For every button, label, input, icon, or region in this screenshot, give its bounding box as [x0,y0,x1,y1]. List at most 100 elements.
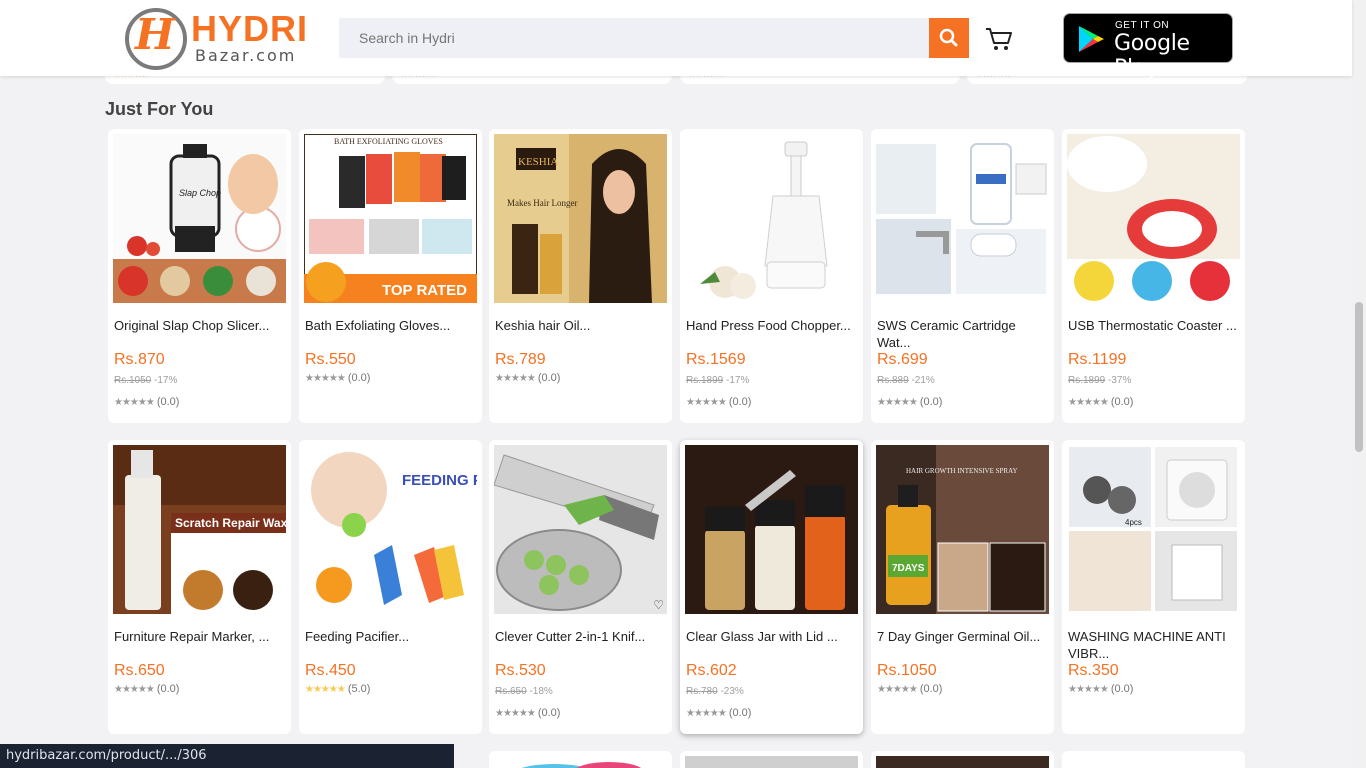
product-rating: ★★★★★ (0.0) [877,396,942,408]
google-play-small-text: GET IT ON [1115,20,1170,31]
product-price: Rs.350 [1068,662,1119,679]
product-image-text: TOP RATED [382,282,467,299]
product-card[interactable]: HAIR GROWTH INTENSIVE SPRAY 7DAYS 7 Day … [871,440,1054,734]
product-image-text: Slap Chop [179,188,221,198]
rating-value: (0.0) [156,683,180,695]
rating-stars: ★★★★★ [1068,397,1109,408]
product-card[interactable]: BATH EXFOLIATING GLOVES TOP RATED Bath E… [299,129,482,423]
old-price: Rs.1899 [686,375,724,386]
product-rating: ★★★★★ (0.0) [1068,396,1133,408]
product-price: Rs.789 [495,351,546,368]
product-name[interactable]: Hand Press Food Chopper... [686,317,858,334]
cart-button[interactable] [984,24,1014,52]
product-rating: ★★★★★ (0.0) [114,683,179,695]
product-card-partial[interactable] [871,751,1054,768]
product-name[interactable]: SWS Ceramic Cartridge Wat... [877,317,1049,351]
product-image [685,756,858,768]
discount-percent: -23% [720,686,744,697]
rating-stars: ★★★★★ [305,684,346,695]
google-play-badge[interactable]: GET IT ON Google Play [1063,13,1233,81]
product-name[interactable]: Clever Cutter 2-in-1 Knif... [495,628,667,645]
product-image: BATH EXFOLIATING GLOVES TOP RATED [304,134,477,303]
discount-percent: -17% [154,375,178,386]
product-name[interactable]: Clear Glass Jar with Lid ... [686,628,858,645]
product-name[interactable]: Furniture Repair Marker, ... [114,628,286,645]
product-card-partial[interactable] [680,751,863,768]
product-image [876,756,1049,768]
product-card[interactable]: Slap Chop Original Slap Chop Slicer... R… [108,129,291,423]
product-price: Rs.1050 [877,662,937,679]
product-discount: Rs.1899 -17% [686,375,749,386]
product-image [685,445,858,614]
product-image: FEEDING PACIFIER [304,445,477,614]
logo[interactable]: H HYDRI Bazar.com [125,6,309,70]
product-image: 4pcs [1067,445,1240,614]
heart-icon[interactable]: ♡ [653,598,664,612]
product-image-text: FEEDING PACIFIER [402,472,477,489]
rating-value: (0.0) [537,372,561,384]
product-image [494,445,667,614]
product-card[interactable]: FEEDING PACIFIER Feeding Pacifier... Rs.… [299,440,482,734]
product-image [1067,134,1240,303]
product-name[interactable]: USB Thermostatic Coaster ... [1068,317,1240,334]
rating-value: (0.0) [1110,396,1134,408]
product-image: Slap Chop [113,134,286,303]
product-card[interactable]: 4pcs WASHING MACHINE ANTI VIBR... Rs.350… [1062,440,1245,734]
product-price: Rs.650 [114,662,165,679]
product-name[interactable]: Bath Exfoliating Gloves... [305,317,477,334]
product-card[interactable]: Clear Glass Jar with Lid ... Rs.602 Rs.7… [680,440,863,734]
product-price: Rs.602 [686,662,737,679]
rating-stars: ★★★★★ [495,373,536,384]
product-price: Rs.1569 [686,351,746,368]
search-button[interactable] [929,18,969,58]
rating-stars: ★★★★★ [877,684,918,695]
logo-mark: H [135,10,175,59]
search-input[interactable] [339,18,929,58]
product-price: Rs.550 [305,351,356,368]
product-name[interactable]: Feeding Pacifier... [305,628,477,645]
product-card[interactable]: USB Thermostatic Coaster ... Rs.1199 Rs.… [1062,129,1245,423]
logo-name: HYDRI [191,8,309,49]
product-image-text: HAIR GROWTH INTENSIVE SPRAY [906,467,1018,475]
status-url: hydribazar.com/product/.../306 [6,748,207,763]
product-card[interactable]: Scratch Repair Wax Furniture Repair Mark… [108,440,291,734]
rating-stars: ★★★★★ [686,397,727,408]
product-card[interactable]: KESHIA Makes Hair Longer Keshia hair Oil… [489,129,672,423]
product-rating: ★★★★★ (5.0) [305,683,370,695]
product-image-text: KESHIA [518,156,558,168]
product-card[interactable]: Hand Press Food Chopper... Rs.1569 Rs.18… [680,129,863,423]
old-price: Rs.1899 [1068,375,1106,386]
product-name[interactable]: WASHING MACHINE ANTI VIBR... [1068,628,1240,662]
rating-value: (0.0) [347,372,371,384]
product-image [1067,756,1240,768]
site-header: H HYDRI Bazar.com GET IT ON Google Play [0,0,1352,81]
product-card[interactable]: SWS Ceramic Cartridge Wat... Rs.699 Rs.8… [871,129,1054,423]
product-discount: Rs.889 -21% [877,375,935,386]
rating-stars: ★★★★★ [305,373,346,384]
product-rating: ★★★★★ (0.0) [877,683,942,695]
product-rating: ★★★★★ (0.0) [686,396,751,408]
product-card-partial[interactable] [489,751,672,768]
scrollbar-thumb[interactable] [1355,302,1363,452]
product-name[interactable]: Original Slap Chop Slicer... [114,317,286,334]
rating-value: (0.0) [728,396,752,408]
product-image [876,134,1049,303]
product-discount: Rs.650 -18% [495,686,553,697]
product-card[interactable]: ♡ Clever Cutter 2-in-1 Knif... Rs.530 Rs… [489,440,672,734]
product-price: Rs.530 [495,662,546,679]
rating-value: (0.0) [537,707,561,719]
product-card-partial[interactable] [1062,751,1245,768]
product-image-text: 7DAYS [892,563,925,574]
discount-percent: -17% [726,375,750,386]
browser-status-bar: hydribazar.com/product/.../306 [0,744,454,768]
product-discount: Rs.780 -23% [686,686,744,697]
rating-value: (0.0) [919,396,943,408]
product-price: Rs.699 [877,351,928,368]
old-price: Rs.1050 [114,375,152,386]
product-image-text: Makes Hair Longer [507,198,577,208]
rating-stars: ★★★★★ [1068,684,1109,695]
page-scrollbar[interactable] [1352,0,1366,768]
product-name[interactable]: 7 Day Ginger Germinal Oil... [877,628,1049,645]
product-name[interactable]: Keshia hair Oil... [495,317,667,334]
rating-stars: ★★★★★ [114,397,155,408]
